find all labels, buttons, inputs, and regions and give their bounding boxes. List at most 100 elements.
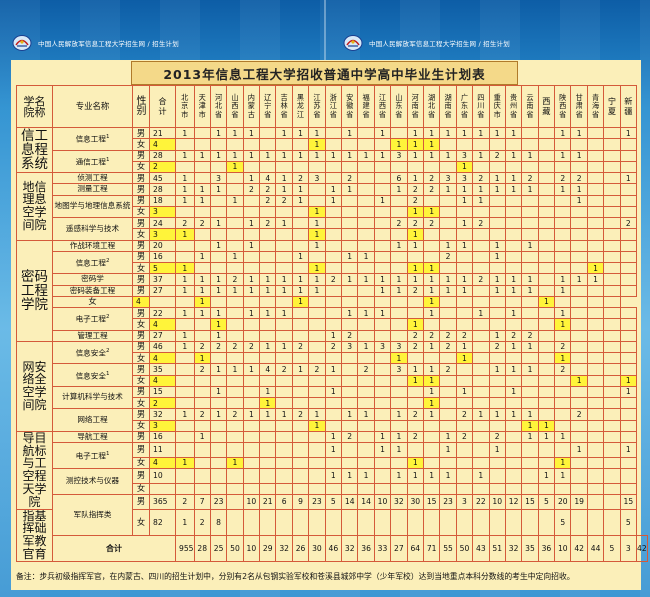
province-cell [373,261,392,275]
province-cell [324,284,343,297]
province-cell [537,149,556,162]
province-cell [226,385,244,399]
province-cell: 1 [406,239,424,252]
province-cell [373,295,392,309]
province-cell [406,482,424,495]
province-cell [521,508,539,536]
province-cell [242,329,261,342]
gender-cell: 男 [132,408,150,421]
province-cell [504,261,523,275]
province-cell: 1 [488,408,506,421]
province-cell [242,205,261,219]
province-cell: 2 [291,171,310,185]
province-cell [488,228,506,241]
province-cell [521,216,539,230]
province-cell: 1 [537,467,556,484]
province-cell: 19 [570,493,588,510]
province-cell [619,261,638,275]
province-cell: 2 [175,493,195,510]
province-cell: 1 [422,273,441,286]
province-cell: 15 [422,493,441,510]
province-cell: 12 [504,493,523,510]
province-cell [308,306,326,320]
province-cell: 1 [175,456,195,469]
row-total: 15 [149,385,176,399]
province-cell [554,385,572,399]
province-cell [521,482,539,495]
province-cell: 1 [209,273,228,286]
province-cell: 2 [439,250,457,264]
province-cell [324,160,343,174]
province-cell [586,284,605,297]
province-cell [357,374,375,387]
province-cell [619,430,638,444]
province-cell [504,396,523,410]
province-cell [504,351,523,365]
province-cell [226,216,244,230]
province-cell [259,419,277,432]
province-cell [226,138,244,151]
row-total: 4 [149,374,176,387]
gender-cell: 女 [132,419,150,432]
gender-cell: 女 [132,318,150,331]
province-cell [521,385,539,399]
province-cell: 1 [537,295,556,309]
province-cell [373,374,392,387]
province-cell: 1 [193,273,211,286]
province-cell [226,508,244,536]
college-name: 信工息程系统 [16,127,53,173]
province-header: 江西省 [373,85,392,128]
province-cell [488,160,506,174]
grand-total-cell: 10 [554,534,572,562]
province-cell: 1 [275,171,293,185]
province-cell [242,318,261,331]
province-cell [324,171,343,185]
major-name: 信息工程2 [52,250,133,275]
province-cell [193,482,211,495]
grand-total-row: 合计 955 28 25 50 10 29 32 26 30 46 32 36 33 27 64 71 55 50 4… [17,534,648,562]
province-cell [586,374,605,387]
province-cell [603,318,621,331]
province-cell [586,306,605,320]
province-cell [242,228,261,241]
major-superscript: 1 [105,134,110,141]
province-cell [422,239,441,252]
major-name: 电子工程2 [52,307,133,331]
province-cell [357,430,375,444]
province-cell [193,160,211,174]
grand-total-cell: 51 [488,534,506,562]
province-cell [537,318,556,331]
province-cell [357,508,375,536]
province-cell [537,363,556,376]
province-cell [455,482,474,495]
province-header: 黑龙江 [291,85,310,128]
province-cell: 1 [209,183,228,196]
province-cell [209,430,228,444]
major-name: 信息安全1 [52,363,133,387]
college-name: 导目航标与工空程天学院 [16,430,53,510]
province-cell: 3 [455,149,474,162]
province-cell [521,205,539,219]
province-cell [324,408,343,421]
province-cell [504,239,523,252]
province-cell [554,482,572,495]
province-cell [406,385,424,399]
gender-header: 性别 [132,85,150,128]
province-cell: 1 [226,160,244,174]
province-cell [488,318,506,331]
province-cell [193,171,211,185]
province-cell [175,239,195,252]
province-cell [472,250,490,264]
province-cell [439,385,457,399]
province-cell [422,430,441,444]
province-cell: 2 [504,329,523,342]
province-cell: 1 [275,216,293,230]
province-cell [341,385,359,399]
province-cell [373,160,392,174]
province-cell [406,396,424,410]
major-name: 计算机科学与技术 [52,385,133,410]
province-cell [357,183,375,196]
province-cell: 1 [308,261,326,275]
province-cell [341,261,359,275]
province-cell [537,456,556,469]
